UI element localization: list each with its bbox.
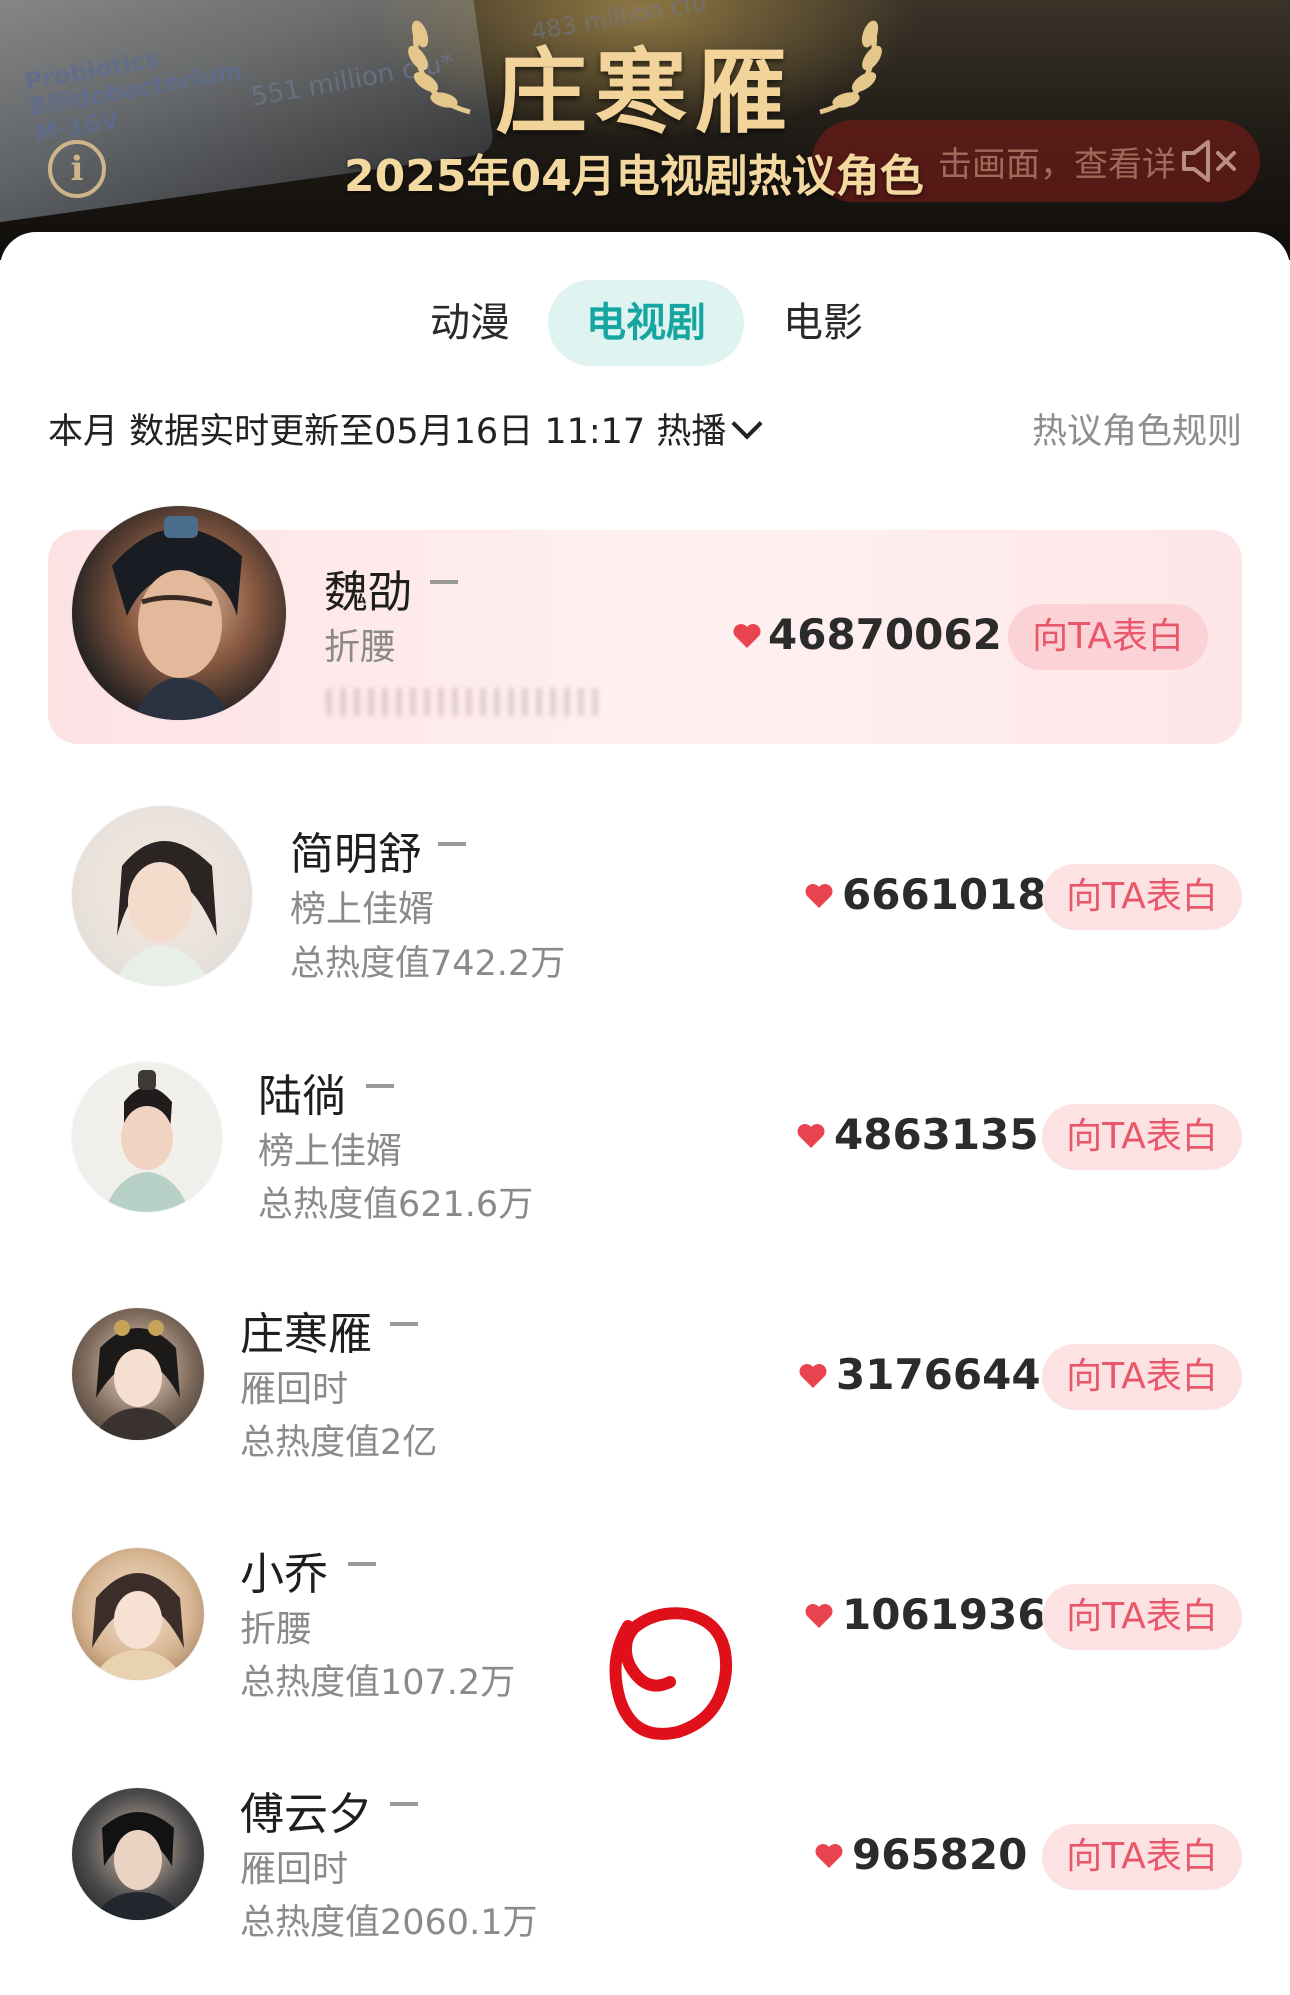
trend-flat-icon [438, 842, 466, 846]
heart-icon [805, 884, 833, 908]
heat-score: 1061936 [842, 1590, 1047, 1639]
trend-flat-icon [348, 1562, 376, 1566]
confess-button[interactable]: 向TA表白 [1042, 1824, 1242, 1890]
character-name: 庄寒雁 [240, 1309, 372, 1360]
avatar-portrait [112, 516, 242, 720]
avatar-portrait [104, 1070, 190, 1212]
avatar[interactable] [72, 1308, 204, 1440]
filter-row: 本月 数据实时更新至05月16日 11:17 热播 热议角色规则 [48, 402, 1242, 462]
category-tabs: 动漫 电视剧 电影 [0, 280, 1290, 366]
show-title: 榜上佳婿 [258, 1131, 403, 1172]
heat-score: 965820 [852, 1830, 1028, 1879]
trend-flat-icon [390, 1802, 418, 1806]
heat-score: 4863135 [834, 1110, 1039, 1159]
avatar[interactable] [72, 1062, 222, 1212]
confess-button[interactable]: 向TA表白 [1042, 1584, 1242, 1650]
total-heat: 总热度值742.2万 [290, 944, 566, 984]
period-filter-dropdown[interactable]: 本月 数据实时更新至05月16日 11:17 热播 [48, 402, 763, 462]
list-item[interactable]: 庄寒雁 雁回时 总热度值2亿 3176644 向TA表白 [0, 1290, 1290, 1490]
character-name: 魏劭 [324, 567, 412, 618]
total-heat: 总热度值621.6万 [258, 1185, 534, 1225]
heart-icon [797, 1124, 825, 1148]
heat-score: 6661018 [842, 870, 1047, 919]
avatar[interactable] [72, 806, 252, 986]
character-name: 陆徜 [258, 1071, 346, 1122]
confess-button[interactable]: 向TA表白 [1042, 1104, 1242, 1170]
mute-hint-text: 击画面，查看详 [938, 144, 1176, 185]
confess-button[interactable]: 向TA表白 [1042, 864, 1242, 930]
avatar-portrait [92, 1812, 184, 1920]
character-name: 傅云夕 [240, 1789, 372, 1840]
heat-score: 46870062 [768, 610, 1002, 659]
tab-tv-drama[interactable]: 电视剧 [548, 280, 744, 366]
avatar[interactable] [72, 1788, 204, 1920]
list-item[interactable]: 傅云夕 雁回时 总热度值2060.1万 965820 向TA表白 [0, 1770, 1290, 1970]
blurred-text [326, 688, 606, 716]
confess-button[interactable]: 向TA表白 [1042, 1344, 1242, 1410]
show-title: 榜上佳婿 [290, 889, 435, 930]
show-title: 雁回时 [240, 1369, 349, 1410]
update-time-text: 本月 数据实时更新至05月16日 11:17 热播 [48, 412, 727, 452]
speaker-muted-icon[interactable] [1180, 138, 1240, 184]
chevron-down-icon [731, 408, 763, 440]
heart-icon [799, 1364, 827, 1388]
show-title: 雁回时 [240, 1849, 349, 1890]
character-name: 简明舒 [290, 829, 422, 880]
trend-flat-icon [430, 580, 458, 584]
rules-link[interactable]: 热议角色规则 [1032, 402, 1242, 462]
avatar-portrait [112, 841, 217, 986]
list-item[interactable]: 简明舒 榜上佳婿 总热度值742.2万 6661018 向TA表白 [0, 800, 1290, 1000]
heart-icon [733, 624, 761, 648]
avatar[interactable] [72, 506, 286, 720]
red-circle-doodle [609, 1607, 733, 1740]
tab-movie[interactable]: 电影 [758, 280, 888, 366]
heat-score: 3176644 [836, 1350, 1041, 1399]
confess-button[interactable]: 向TA表白 [1008, 604, 1208, 670]
banner-subtitle: 2025年04月电视剧热议角色 [344, 151, 924, 202]
total-heat: 总热度值2060.1万 [240, 1903, 538, 1943]
list-item[interactable]: 魏劭 折腰 46870062 向TA表白 [0, 500, 1290, 760]
avatar-portrait [92, 1320, 184, 1440]
heart-icon [815, 1844, 843, 1868]
heart-icon [805, 1604, 833, 1628]
show-title: 折腰 [240, 1609, 313, 1650]
trend-flat-icon [390, 1322, 418, 1326]
avatar[interactable] [72, 1548, 204, 1680]
list-item[interactable]: 陆徜 榜上佳婿 总热度值621.6万 4863135 向TA表白 [0, 1050, 1290, 1250]
total-heat: 总热度值2亿 [240, 1423, 438, 1463]
total-heat: 总热度值107.2万 [240, 1663, 516, 1703]
show-title: 折腰 [324, 627, 397, 668]
tab-anime[interactable]: 动漫 [405, 280, 535, 366]
top-banner[interactable]: Probiotics Bifidobacterium M-16V 551 mil… [0, 0, 1290, 260]
character-name: 小乔 [240, 1549, 328, 1600]
avatar-portrait [92, 1573, 184, 1680]
trend-flat-icon [366, 1084, 394, 1088]
